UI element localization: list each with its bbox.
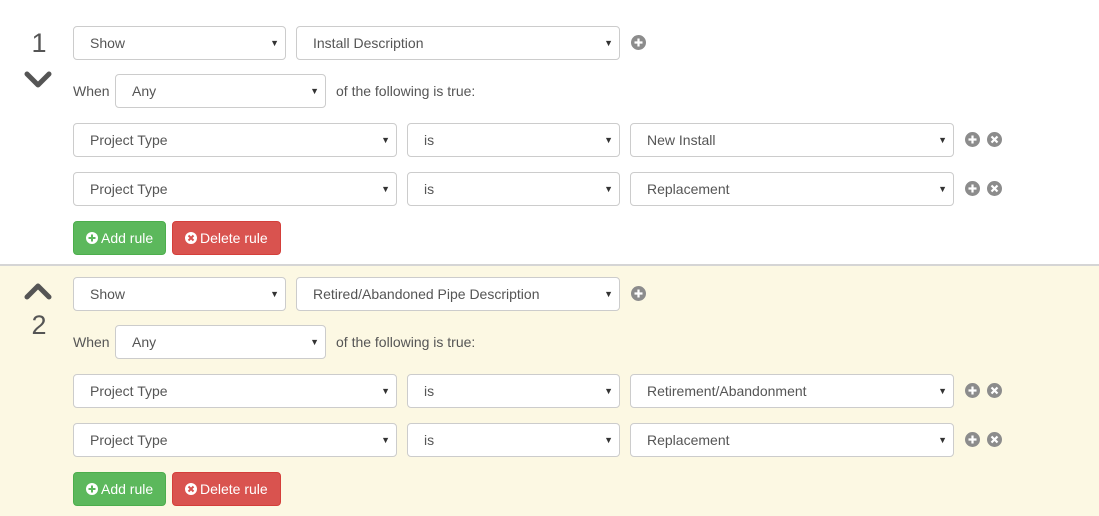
x-circle-icon: [185, 483, 197, 495]
caret-down-icon: ▼: [310, 337, 319, 347]
caret-down-icon: ▼: [604, 386, 613, 396]
action-select[interactable]: Show ▼: [73, 26, 286, 60]
caret-down-icon: ▼: [381, 386, 390, 396]
remove-condition-x-icon[interactable]: [987, 181, 1002, 196]
remove-condition-x-icon[interactable]: [987, 383, 1002, 398]
chevron-up-icon[interactable]: [24, 282, 52, 300]
x-circle-icon: [185, 232, 197, 244]
add-condition-plus-icon[interactable]: [965, 383, 980, 398]
caret-down-icon: ▼: [938, 135, 947, 145]
target-field-select-value: Retired/Abandoned Pipe Description: [313, 286, 540, 302]
rule-group-number: 2: [31, 310, 47, 340]
caret-down-icon: ▼: [604, 38, 613, 48]
add-rule-label: Add rule: [101, 481, 154, 497]
caret-down-icon: ▼: [381, 184, 390, 194]
match-suffix-label: of the following is true:: [336, 334, 476, 350]
rule-group-1: 1 Show ▼ Install Description ▼ When Any …: [0, 0, 1099, 264]
condition-field-value: Project Type: [90, 432, 168, 448]
add-condition-plus-icon[interactable]: [965, 432, 980, 447]
match-select-value: Any: [132, 83, 157, 99]
condition-operator-value: is: [424, 181, 435, 197]
caret-down-icon: ▼: [310, 86, 319, 96]
match-select[interactable]: Any ▼: [115, 74, 326, 108]
caret-down-icon: ▼: [270, 289, 279, 299]
action-select[interactable]: Show ▼: [73, 277, 286, 311]
caret-down-icon: ▼: [381, 435, 390, 445]
condition-field-value: Project Type: [90, 132, 168, 148]
caret-down-icon: ▼: [938, 435, 947, 445]
condition-value-value: Replacement: [647, 181, 730, 197]
caret-down-icon: ▼: [938, 386, 947, 396]
add-rule-button[interactable]: Add rule: [73, 472, 167, 506]
action-select-value: Show: [90, 286, 126, 302]
rule-group-number: 1: [31, 28, 47, 58]
target-field-select[interactable]: Install Description ▼: [296, 26, 620, 60]
add-action-plus-icon[interactable]: [631, 35, 646, 50]
condition-field-select[interactable]: Project Type ▼: [73, 374, 397, 408]
condition-field-select[interactable]: Project Type ▼: [73, 423, 397, 457]
condition-field-value: Project Type: [90, 181, 168, 197]
plus-circle-icon: [86, 232, 98, 244]
condition-value-select[interactable]: Replacement ▼: [630, 423, 954, 457]
condition-value-value: New Install: [647, 132, 716, 148]
action-select-value: Show: [90, 35, 126, 51]
condition-operator-value: is: [424, 432, 435, 448]
target-field-select-value: Install Description: [313, 35, 424, 51]
chevron-down-icon[interactable]: [24, 71, 52, 89]
when-label: When: [73, 334, 110, 350]
add-condition-plus-icon[interactable]: [965, 132, 980, 147]
target-field-select[interactable]: Retired/Abandoned Pipe Description ▼: [296, 277, 620, 311]
caret-down-icon: ▼: [270, 38, 279, 48]
delete-rule-button[interactable]: Delete rule: [172, 472, 281, 506]
condition-field-value: Project Type: [90, 383, 168, 399]
add-rule-button[interactable]: Add rule: [73, 221, 167, 255]
delete-rule-label: Delete rule: [200, 230, 268, 246]
condition-operator-select[interactable]: is ▼: [407, 172, 620, 206]
caret-down-icon: ▼: [938, 184, 947, 194]
add-rule-label: Add rule: [101, 230, 154, 246]
caret-down-icon: ▼: [381, 135, 390, 145]
match-suffix-label: of the following is true:: [336, 83, 476, 99]
condition-value-value: Replacement: [647, 432, 730, 448]
condition-operator-select[interactable]: is ▼: [407, 423, 620, 457]
when-label: When: [73, 83, 110, 99]
condition-value-value: Retirement/Abandonment: [647, 383, 807, 399]
caret-down-icon: ▼: [604, 435, 613, 445]
remove-condition-x-icon[interactable]: [987, 132, 1002, 147]
match-select-value: Any: [132, 334, 157, 350]
condition-operator-value: is: [424, 132, 435, 148]
remove-condition-x-icon[interactable]: [987, 432, 1002, 447]
add-condition-plus-icon[interactable]: [965, 181, 980, 196]
condition-field-select[interactable]: Project Type ▼: [73, 172, 397, 206]
delete-rule-label: Delete rule: [200, 481, 268, 497]
match-select[interactable]: Any ▼: [115, 325, 326, 359]
condition-value-select[interactable]: Retirement/Abandonment ▼: [630, 374, 954, 408]
condition-value-select[interactable]: Replacement ▼: [630, 172, 954, 206]
condition-operator-value: is: [424, 383, 435, 399]
rule-group-2: 2 Show ▼ Retired/Abandoned Pipe Descript…: [0, 264, 1099, 516]
condition-field-select[interactable]: Project Type ▼: [73, 123, 397, 157]
caret-down-icon: ▼: [604, 184, 613, 194]
delete-rule-button[interactable]: Delete rule: [172, 221, 281, 255]
plus-circle-icon: [86, 483, 98, 495]
caret-down-icon: ▼: [604, 135, 613, 145]
add-action-plus-icon[interactable]: [631, 286, 646, 301]
condition-operator-select[interactable]: is ▼: [407, 123, 620, 157]
caret-down-icon: ▼: [604, 289, 613, 299]
condition-value-select[interactable]: New Install ▼: [630, 123, 954, 157]
condition-operator-select[interactable]: is ▼: [407, 374, 620, 408]
